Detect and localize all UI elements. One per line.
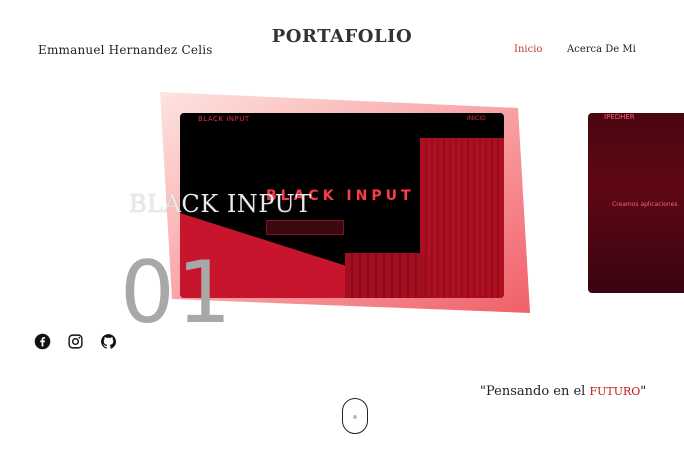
scroll-indicator-dot bbox=[353, 415, 357, 419]
quote-highlight: FUTURO bbox=[589, 385, 641, 398]
next-project-logo: IPEDHER bbox=[604, 113, 635, 121]
preview-logo: BLACK INPUT bbox=[198, 115, 250, 123]
next-project-card[interactable]: IPEDHER Creamos aplicaciones bbox=[588, 113, 684, 293]
tagline-quote: "Pensando en el FUTURO" bbox=[480, 384, 646, 399]
scroll-indicator[interactable] bbox=[342, 398, 368, 434]
nav-link-inicio[interactable]: Inicio bbox=[514, 44, 542, 55]
project-number: 01 bbox=[120, 243, 234, 343]
instagram-icon[interactable] bbox=[67, 333, 84, 350]
github-icon[interactable] bbox=[100, 333, 117, 350]
preview-button bbox=[266, 220, 344, 235]
quote-prefix: "Pensando en el bbox=[480, 384, 590, 399]
preview-nav: INICIO bbox=[467, 115, 486, 122]
quote-suffix: " bbox=[640, 384, 647, 399]
next-project-text: Creamos aplicaciones bbox=[612, 201, 678, 208]
nav-link-acerca[interactable]: Acerca De Mi bbox=[567, 44, 636, 55]
project-title: BLACK INPUT bbox=[129, 190, 312, 218]
facebook-icon[interactable] bbox=[34, 333, 51, 350]
